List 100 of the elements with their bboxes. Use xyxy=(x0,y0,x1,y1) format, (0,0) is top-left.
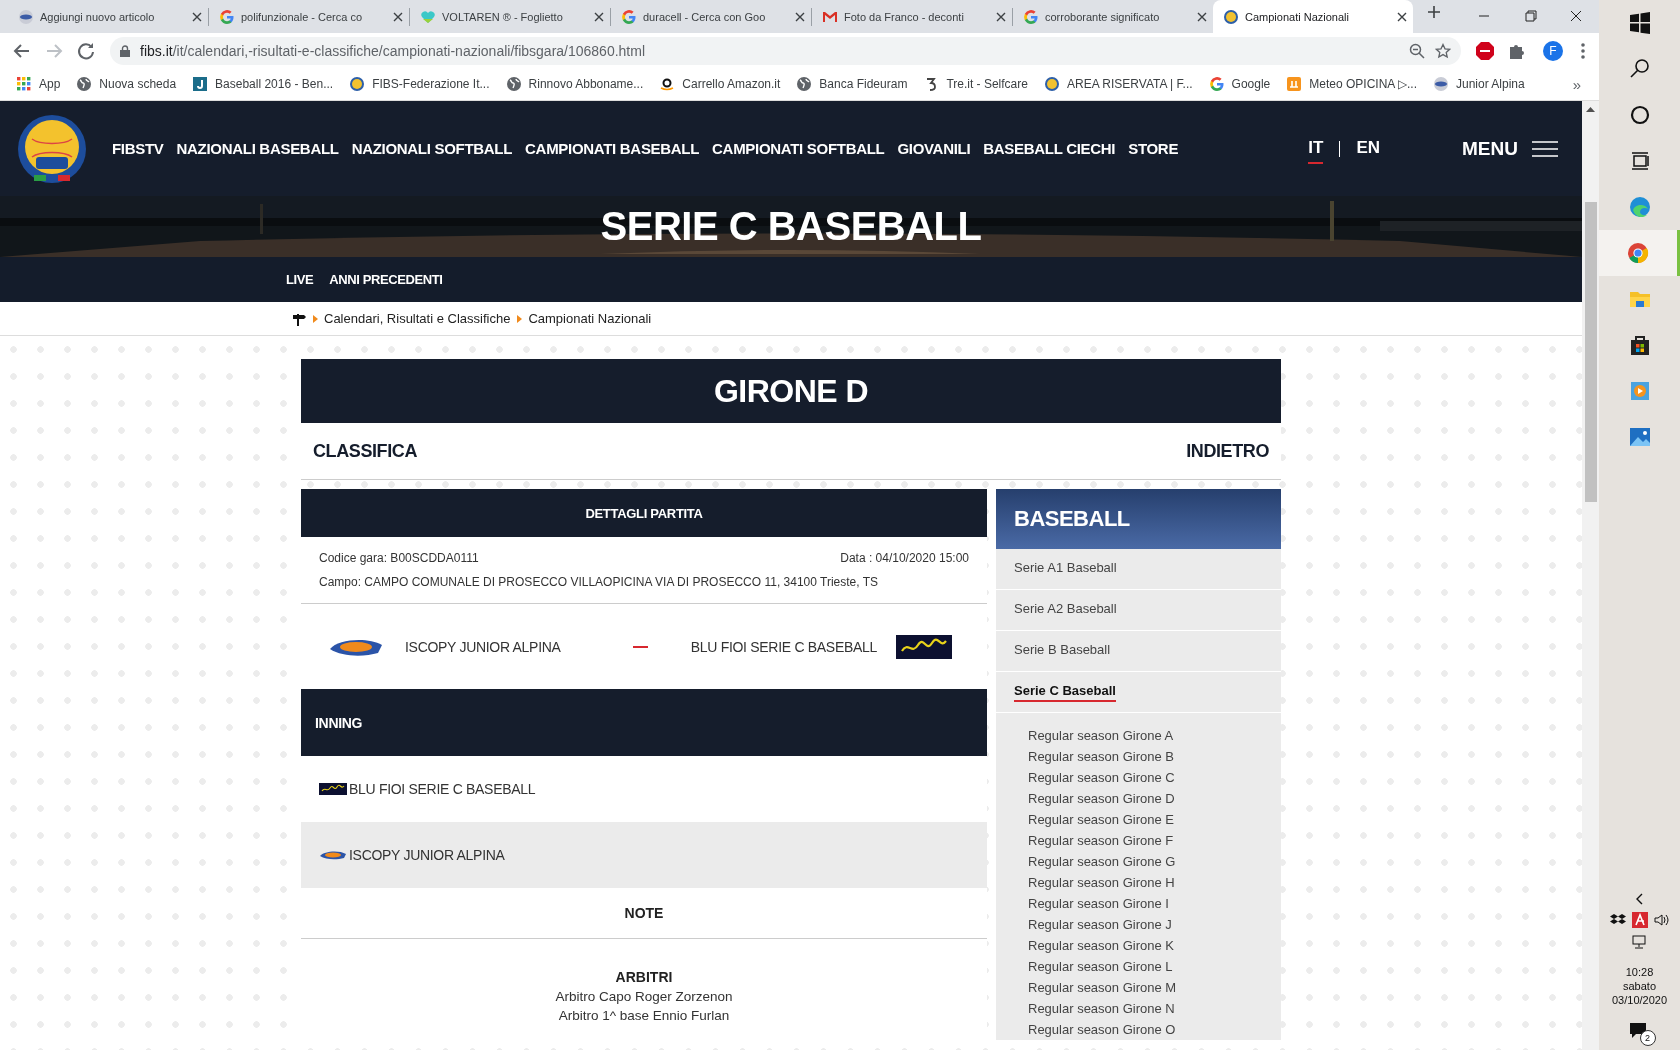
bookmark[interactable]: Nuova scheda xyxy=(68,76,185,92)
sidebar-subitem[interactable]: Regular season Girone I xyxy=(1028,893,1281,914)
round-logo-icon xyxy=(1433,76,1449,92)
speaker-icon[interactable] xyxy=(1653,912,1670,928)
bookmark[interactable]: Junior Alpina xyxy=(1425,76,1533,92)
browser-tab[interactable]: VOLTAREN ® - Foglietto xyxy=(410,0,610,33)
sidebar-subitem[interactable]: Regular season Girone J xyxy=(1028,914,1281,935)
bookmark[interactable]: AREA RISERVATA | F... xyxy=(1035,76,1201,92)
bookmark[interactable]: Rinnovo Abboname... xyxy=(497,76,652,92)
sidebar-subitem[interactable]: Regular season Girone B xyxy=(1028,746,1281,767)
sidebar-subitem[interactable]: Regular season Girone M xyxy=(1028,977,1281,998)
standings-link[interactable]: CLASSIFICA xyxy=(313,440,417,462)
clock-date[interactable]: 03/10/2020 xyxy=(1611,994,1668,1006)
sidebar-subitem[interactable]: Regular season Girone D xyxy=(1028,788,1281,809)
nav-link[interactable]: CAMPIONATI BASEBALL xyxy=(525,140,700,157)
notification-icon[interactable] xyxy=(1627,1020,1648,1040)
close-icon[interactable] xyxy=(594,11,604,22)
close-icon[interactable] xyxy=(192,11,202,22)
chrome-icon[interactable] xyxy=(1626,241,1650,265)
notification-count: 2 xyxy=(1639,1030,1656,1046)
language-link[interactable]: EN xyxy=(1356,133,1381,164)
language-link[interactable]: IT xyxy=(1308,133,1324,164)
address-field[interactable]: fibs.it/it/calendari,-risultati-e-classifiche/campionati-nazionali/fibsgara/106860.html xyxy=(110,36,1461,65)
sidebar-item[interactable]: Serie B Baseball xyxy=(1014,641,1111,661)
photos-icon[interactable] xyxy=(1627,425,1652,449)
back-link[interactable]: INDIETRO xyxy=(1186,440,1269,462)
scroll-up-icon[interactable] xyxy=(1586,105,1595,114)
sidebar-item[interactable]: Serie C Baseball xyxy=(1014,682,1116,702)
match-date: Data : 04/10/2020 15:00 xyxy=(840,551,969,565)
sidebar-title: BASEBALL xyxy=(996,489,1281,549)
subnav-link[interactable]: ANNI PRECEDENTI xyxy=(329,272,443,287)
bookmark[interactable]: Baseball 2016 - Ben... xyxy=(184,76,342,92)
browser-tab[interactable]: duracell - Cerca con Goo xyxy=(611,0,811,33)
nav-link[interactable]: BASEBALL CIECHI xyxy=(983,140,1116,157)
bookmark[interactable]: App xyxy=(8,76,69,92)
score-dash xyxy=(632,645,648,648)
new-tab-icon[interactable] xyxy=(1427,4,1441,19)
bookmark[interactable]: Google xyxy=(1200,76,1279,92)
sidebar-subitem[interactable]: Regular season Girone G xyxy=(1028,851,1281,872)
bookmark[interactable]: Tre.it - Selfcare xyxy=(915,76,1036,92)
breadcrumb-link[interactable]: Campionati Nazionali xyxy=(528,311,652,326)
sidebar-item[interactable]: Serie A2 Baseball xyxy=(1014,600,1117,620)
nav-link[interactable]: FIBSTV xyxy=(112,140,164,157)
team-name: ISCOPY JUNIOR ALPINA xyxy=(349,847,505,863)
apps-grid-icon xyxy=(16,76,32,92)
page-title: SERIE C BASEBALL xyxy=(600,203,982,250)
browser-tab[interactable]: corroborante significato xyxy=(1013,0,1213,33)
close-icon[interactable] xyxy=(393,11,403,22)
nav-link[interactable]: CAMPIONATI SOFTBALL xyxy=(712,140,885,157)
match-code: Codice gara: B00SCDDA0111 xyxy=(319,551,479,565)
scrollbar-thumb[interactable] xyxy=(1584,202,1597,502)
sidebar-subitem[interactable]: Regular season Girone K xyxy=(1028,935,1281,956)
bookmark[interactable]: FIBS-Federazione It... xyxy=(341,76,498,92)
bookmark[interactable]: Carrello Amazon.it xyxy=(651,76,789,92)
profile-avatar[interactable]: F xyxy=(1543,40,1563,61)
sidebar-subitem[interactable]: Regular season Girone C xyxy=(1028,767,1281,788)
sidebar-subitem[interactable]: Regular season Girone H xyxy=(1028,872,1281,893)
browser-tab[interactable]: polifunzionale - Cerca co xyxy=(209,0,409,33)
nav-link[interactable]: STORE xyxy=(1128,140,1179,157)
sidebar-subitem[interactable]: Regular season Girone E xyxy=(1028,809,1281,830)
federation-logo[interactable] xyxy=(16,112,88,185)
edge-browser-icon[interactable] xyxy=(1627,195,1652,219)
baseball-logo-icon xyxy=(1223,8,1239,25)
google-icon xyxy=(1023,8,1039,25)
close-icon[interactable] xyxy=(996,11,1006,22)
antivirus-icon[interactable] xyxy=(1631,912,1648,928)
nav-link[interactable]: NAZIONALI SOFTBALL xyxy=(351,140,513,157)
zoom-out-icon[interactable] xyxy=(1409,42,1425,59)
sidebar-subitem[interactable]: Regular season Girone N xyxy=(1028,998,1281,1019)
nav-link[interactable]: NAZIONALI BASEBALL xyxy=(176,140,339,157)
clock-time[interactable]: 10:28 xyxy=(1625,966,1654,978)
network-icon[interactable] xyxy=(1631,934,1648,950)
windows-start-icon[interactable] xyxy=(1627,11,1652,35)
menu-link[interactable]: MENU xyxy=(1462,137,1518,160)
bookmark[interactable]: Meteo OPICINA ▷... xyxy=(1278,76,1425,92)
signpost-icon[interactable] xyxy=(292,311,306,326)
bookmark[interactable]: Banca Fideuram xyxy=(788,76,916,92)
letter-tile-icon xyxy=(192,76,209,92)
sidebar-subitem[interactable]: Regular season Girone L xyxy=(1028,956,1281,977)
menu-icon[interactable] xyxy=(1532,140,1558,157)
sidebar-subitem[interactable]: Regular season Girone O xyxy=(1028,1019,1281,1040)
sidebar-item[interactable]: Serie A1 Baseball xyxy=(1014,559,1117,579)
sidebar-subitem[interactable]: Regular season Girone F xyxy=(1028,830,1281,851)
close-icon[interactable] xyxy=(795,11,805,22)
team-name: BLU FIOI SERIE C BASEBALL xyxy=(690,638,877,655)
close-icon[interactable] xyxy=(1397,11,1407,22)
star-icon[interactable] xyxy=(1435,42,1451,59)
browser-tab[interactable]: Aggiungi nuovo articolo xyxy=(8,0,208,33)
sidebar-subitem[interactable]: Regular season Girone A xyxy=(1028,725,1281,746)
close-icon[interactable] xyxy=(1197,11,1207,22)
browser-tab[interactable]: Foto da Franco - deconti xyxy=(812,0,1012,33)
globe-icon xyxy=(76,76,93,92)
subnav-link[interactable]: LIVE xyxy=(286,272,314,287)
team-logo xyxy=(319,783,347,795)
breadcrumb-link[interactable]: Calendari, Risultati e Classifiche xyxy=(324,311,511,326)
clock-day[interactable]: sabato xyxy=(1623,980,1656,992)
browser-tab[interactable]: Campionati Nazionali xyxy=(1213,0,1413,33)
more-bookmarks[interactable]: » xyxy=(1572,75,1591,93)
google-icon xyxy=(219,8,235,25)
nav-link[interactable]: GIOVANILI xyxy=(897,140,971,157)
